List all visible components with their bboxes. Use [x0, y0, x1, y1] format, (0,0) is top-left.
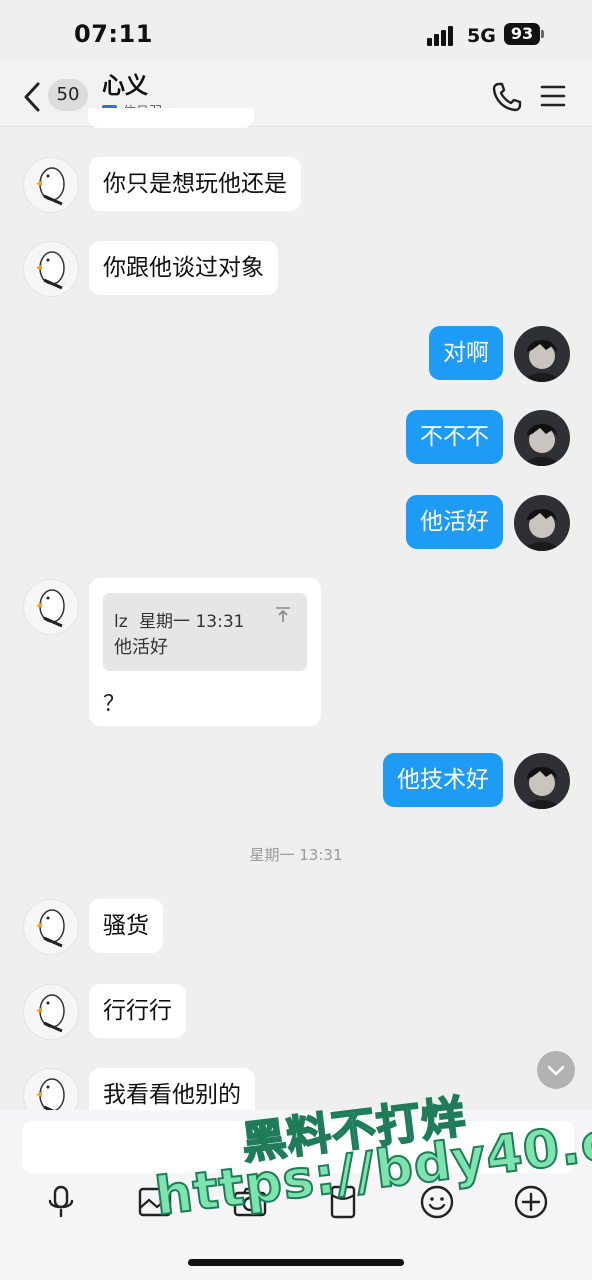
user-avatar[interactable] [514, 410, 570, 466]
quoted-time: 星期一 13:31 [139, 612, 245, 632]
contact-avatar[interactable] [23, 899, 79, 955]
reply-text: ？ [103, 692, 126, 717]
status-time: 07:11 [74, 20, 153, 48]
menu-icon[interactable] [540, 84, 566, 108]
incoming-message[interactable]: 骚货 [89, 899, 163, 953]
outgoing-message[interactable]: 他技术好 [383, 753, 503, 807]
user-avatar[interactable] [514, 326, 570, 382]
quoted-author: lz [114, 612, 128, 632]
network-type: 5G [467, 25, 496, 47]
user-avatar[interactable] [514, 495, 570, 551]
contact-avatar[interactable] [23, 984, 79, 1040]
contact-avatar[interactable] [23, 157, 79, 213]
contact-avatar[interactable] [23, 579, 79, 635]
incoming-message[interactable]: 你只是想玩他还是 [89, 157, 301, 211]
quoted-text: 他活好 [114, 637, 168, 658]
contact-avatar[interactable] [23, 241, 79, 297]
contact-name[interactable]: 心义 [102, 66, 148, 100]
back-arrow-icon[interactable] [18, 80, 46, 114]
scroll-down-button[interactable] [537, 1051, 575, 1089]
quote-jump-icon[interactable] [274, 606, 292, 624]
incoming-message[interactable]: 你跟他谈过对象 [89, 241, 278, 295]
user-avatar[interactable] [514, 753, 570, 809]
message-timestamp: 星期一 13:31 [249, 846, 343, 864]
partial-message-bubble [88, 108, 254, 128]
outgoing-message[interactable]: 他活好 [406, 495, 503, 549]
battery-level: 93 [504, 23, 540, 45]
cellular-signal-icon [427, 26, 459, 46]
phone-call-icon[interactable] [490, 80, 524, 114]
chevron-down-icon [547, 1065, 565, 1076]
outgoing-message[interactable]: 不不不 [406, 410, 503, 464]
home-indicator[interactable] [188, 1259, 404, 1266]
unread-count-badge[interactable]: 50 [48, 79, 88, 111]
incoming-message[interactable]: 行行行 [89, 984, 186, 1038]
battery-cap-icon [541, 30, 544, 38]
quoted-meta: lz 星期一 13:31 [114, 607, 244, 632]
microphone-icon[interactable] [43, 1184, 79, 1220]
quoted-message[interactable] [103, 593, 307, 671]
plus-icon[interactable] [513, 1184, 549, 1220]
outgoing-message[interactable]: 对啊 [429, 326, 503, 380]
